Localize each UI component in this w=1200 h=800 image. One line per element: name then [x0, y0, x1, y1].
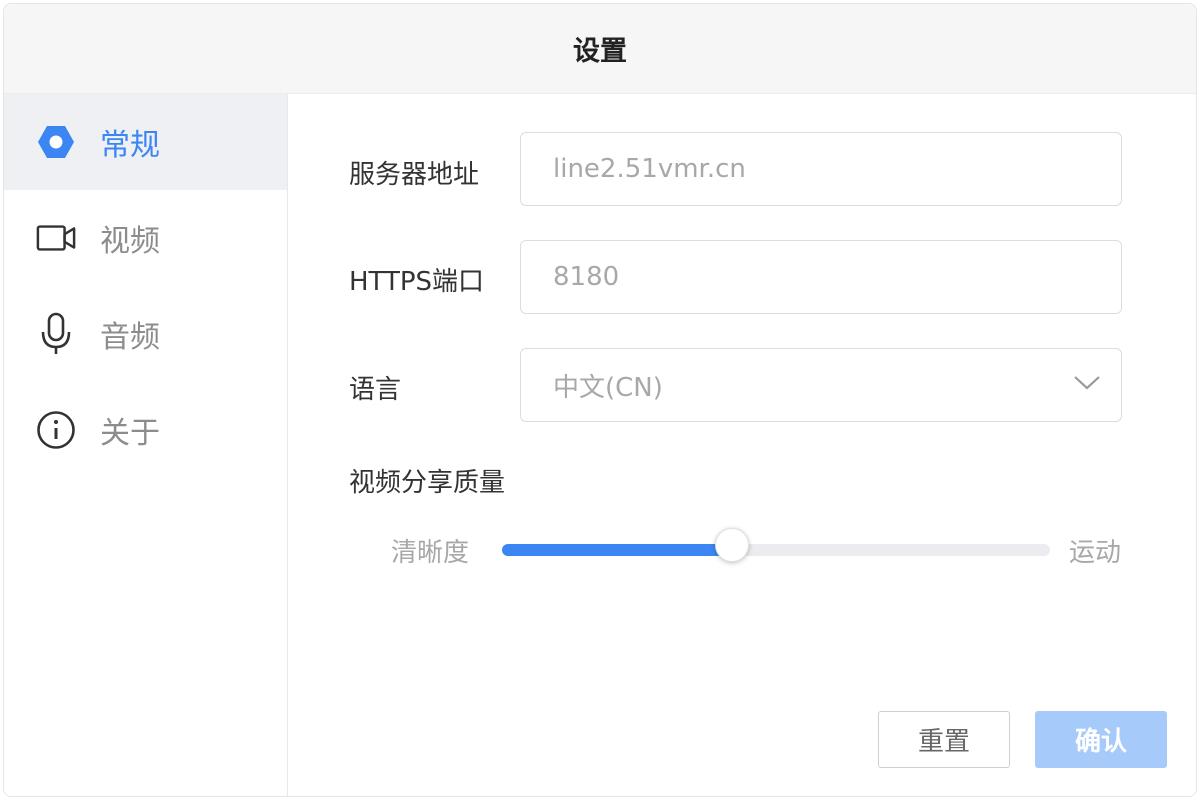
https-port-input[interactable]: 8180 — [520, 240, 1122, 314]
sidebar-item-about[interactable]: 关于 — [4, 382, 287, 478]
chevron-down-icon — [1073, 373, 1101, 395]
settings-content: 服务器地址 line2.51vmr.cn HTTPS端口 8180 语言 中文(… — [289, 94, 1196, 796]
sidebar-item-label: 常规 — [100, 128, 160, 163]
dialog-title: 设置 — [573, 36, 627, 67]
reset-button[interactable]: 重置 — [878, 711, 1010, 768]
hexagon-settings-icon — [36, 122, 76, 162]
slider-max-label: 运动 — [1069, 538, 1122, 568]
sidebar-item-audio[interactable]: 音频 — [4, 286, 287, 382]
sidebar-item-video[interactable]: 视频 — [4, 190, 287, 286]
microphone-icon — [36, 312, 76, 354]
sidebar-item-label: 视频 — [100, 224, 160, 259]
quality-slider-track[interactable] — [502, 544, 1050, 556]
quality-slider-fill — [502, 544, 733, 556]
video-camera-icon — [36, 218, 76, 258]
sidebar-item-label: 音频 — [100, 320, 160, 355]
sidebar-item-label: 关于 — [100, 416, 160, 451]
language-value: 中文(CN) — [553, 372, 663, 403]
https-port-label: HTTPS端口 — [349, 267, 485, 297]
https-port-value: 8180 — [553, 262, 620, 292]
settings-dialog: 设置 常规 视频 音频 关于 服务器地址 line2.51vmr.cn HTTP… — [3, 3, 1197, 797]
slider-min-label: 清晰度 — [391, 538, 470, 568]
server-address-value: line2.51vmr.cn — [553, 154, 746, 184]
quality-slider-thumb[interactable] — [715, 528, 750, 562]
server-address-input[interactable]: line2.51vmr.cn — [520, 132, 1122, 206]
server-address-label: 服务器地址 — [349, 160, 480, 190]
info-icon — [36, 410, 76, 450]
language-label: 语言 — [349, 375, 402, 405]
dialog-header: 设置 — [4, 4, 1196, 94]
settings-sidebar: 常规 视频 音频 关于 — [4, 94, 288, 796]
video-share-quality-label: 视频分享质量 — [349, 468, 506, 498]
sidebar-item-general[interactable]: 常规 — [4, 94, 287, 190]
language-select[interactable]: 中文(CN) — [520, 348, 1122, 422]
confirm-button[interactable]: 确认 — [1035, 711, 1167, 768]
